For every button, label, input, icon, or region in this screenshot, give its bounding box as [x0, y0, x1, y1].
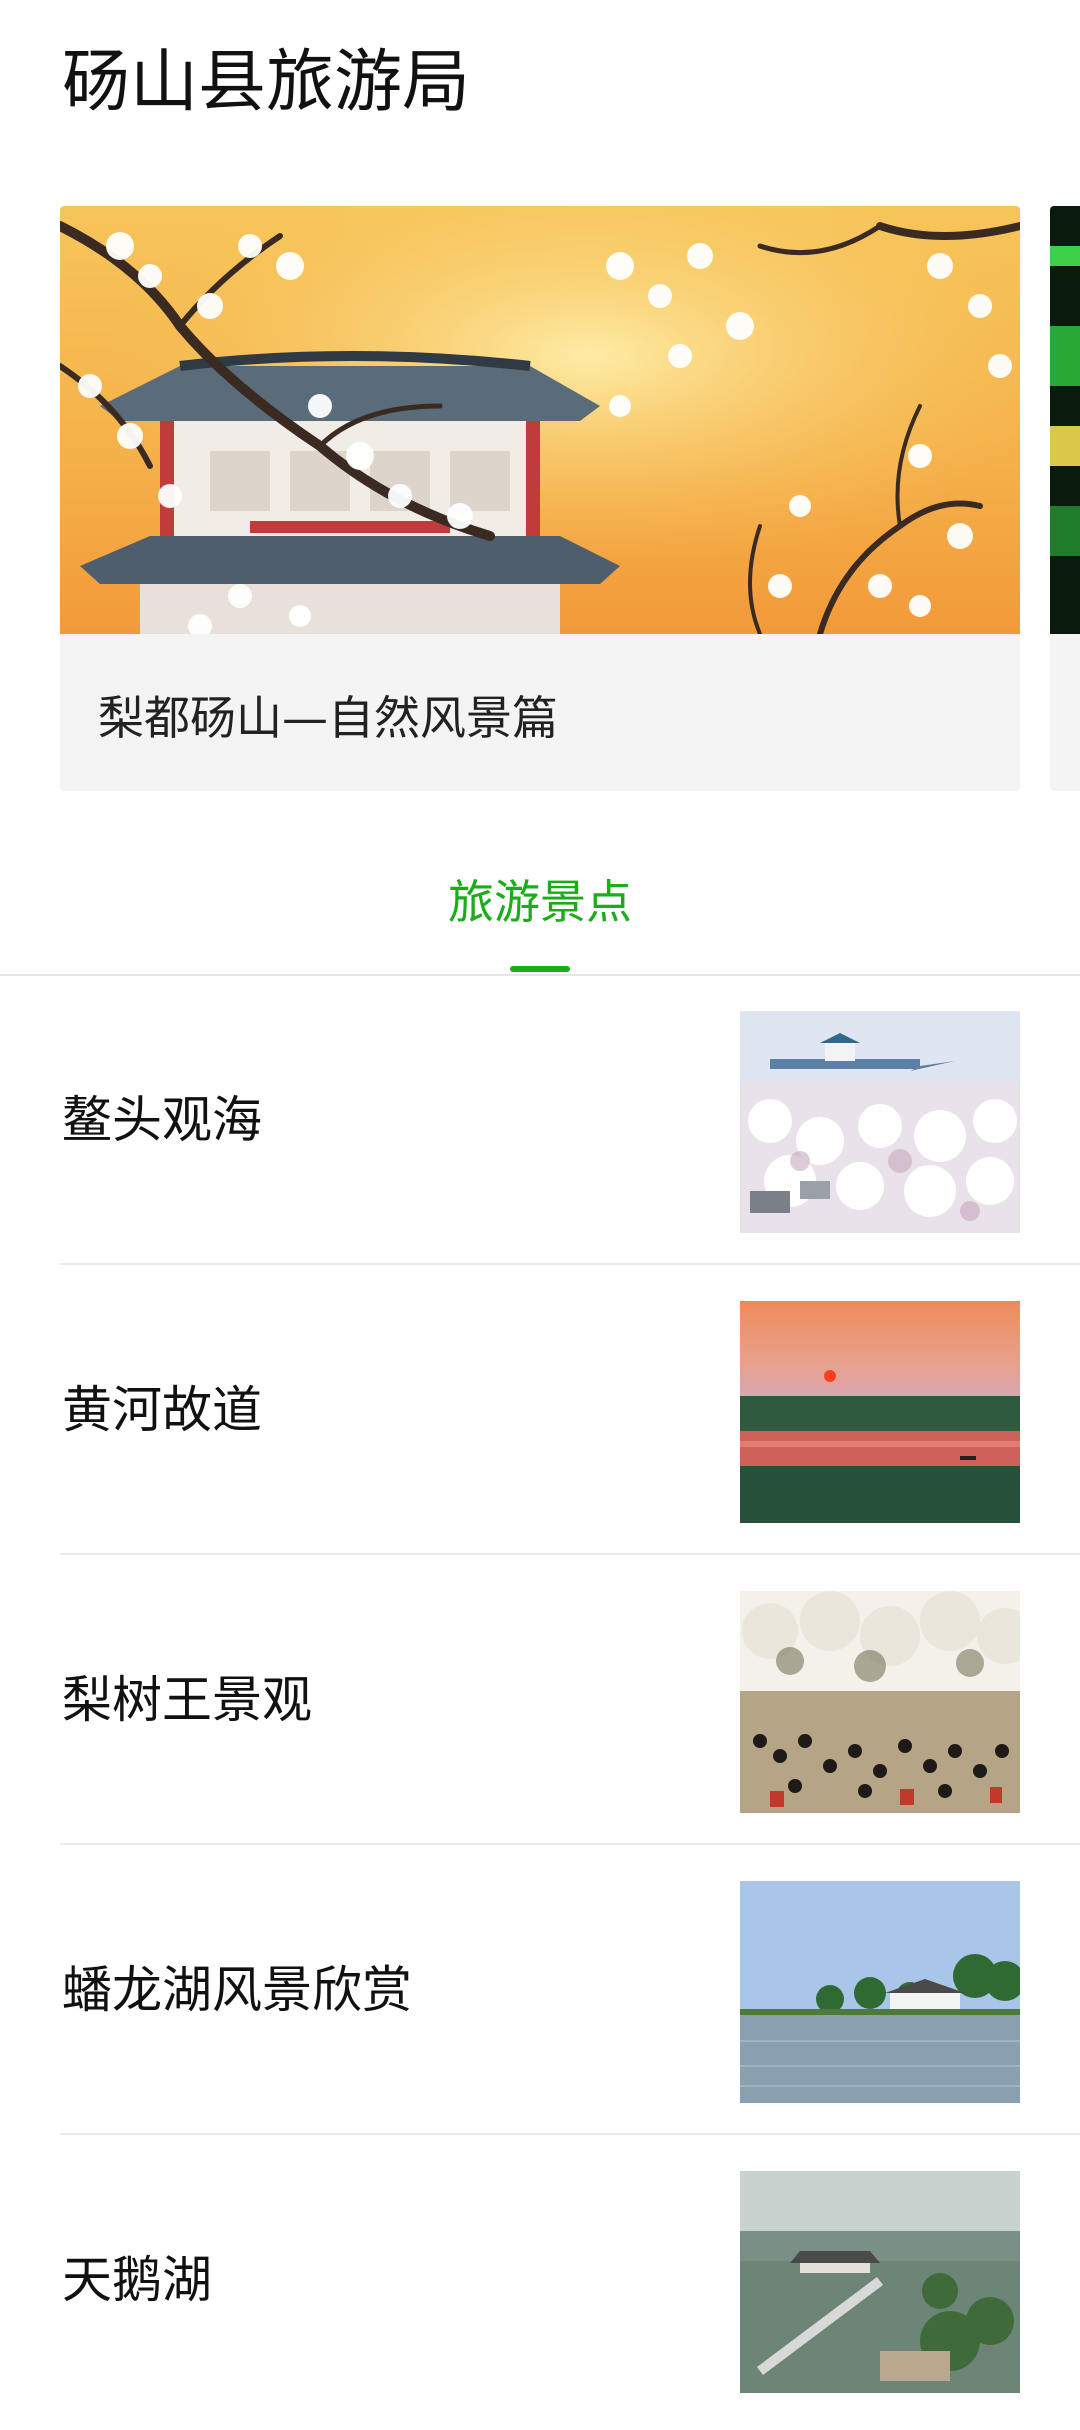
tab-bar: 旅游景点 [0, 830, 1080, 976]
list-item[interactable]: 梨树王景观 [0, 1555, 1080, 1845]
banner-card-caption: 梨都砀山—自然风景篇 [98, 691, 558, 745]
tab-scenic-spots[interactable]: 旅游景点 [0, 870, 1080, 934]
list-item[interactable]: 天鹅湖 [0, 2135, 1080, 2425]
list-item[interactable]: 蟠龙湖风景欣赏 [0, 1845, 1080, 2135]
crowd-under-pear-trees-photo [740, 1591, 1020, 1813]
tab-active-indicator [510, 966, 570, 972]
list-item[interactable]: 鳌头观海 [0, 975, 1080, 1265]
pear-orchard-pavilion-photo [740, 1011, 1020, 1233]
pavilion-pear-blossom-sunset-photo [60, 206, 1020, 634]
lake-bridge-pavilion-photo [740, 2171, 1020, 2393]
banner-card[interactable]: 梨都砀山—自然风景篇 [60, 206, 1020, 791]
list-item-title: 天鹅湖 [62, 2251, 212, 2309]
lake-shore-house-photo [740, 1881, 1020, 2103]
list-item-title: 蟠龙湖风景欣赏 [62, 1961, 412, 2019]
list-item-title: 鳌头观海 [62, 1091, 262, 1149]
list-item-title: 黄河故道 [62, 1381, 262, 1439]
scenic-spot-list: 鳌头观海 黄河故道 梨树王景观 蟠龙湖风景欣赏 天鹅湖 [0, 975, 1080, 2425]
banner-carousel[interactable]: 梨都砀山—自然风景篇 [0, 206, 1080, 791]
river-sunset-photo [740, 1301, 1020, 1523]
page-title: 砀山县旅游局 [62, 43, 471, 122]
night-light-show-photo [1050, 206, 1080, 634]
list-item-title: 梨树王景观 [62, 1671, 312, 1729]
banner-card-next[interactable] [1050, 206, 1080, 791]
list-item[interactable]: 黄河故道 [0, 1265, 1080, 1555]
